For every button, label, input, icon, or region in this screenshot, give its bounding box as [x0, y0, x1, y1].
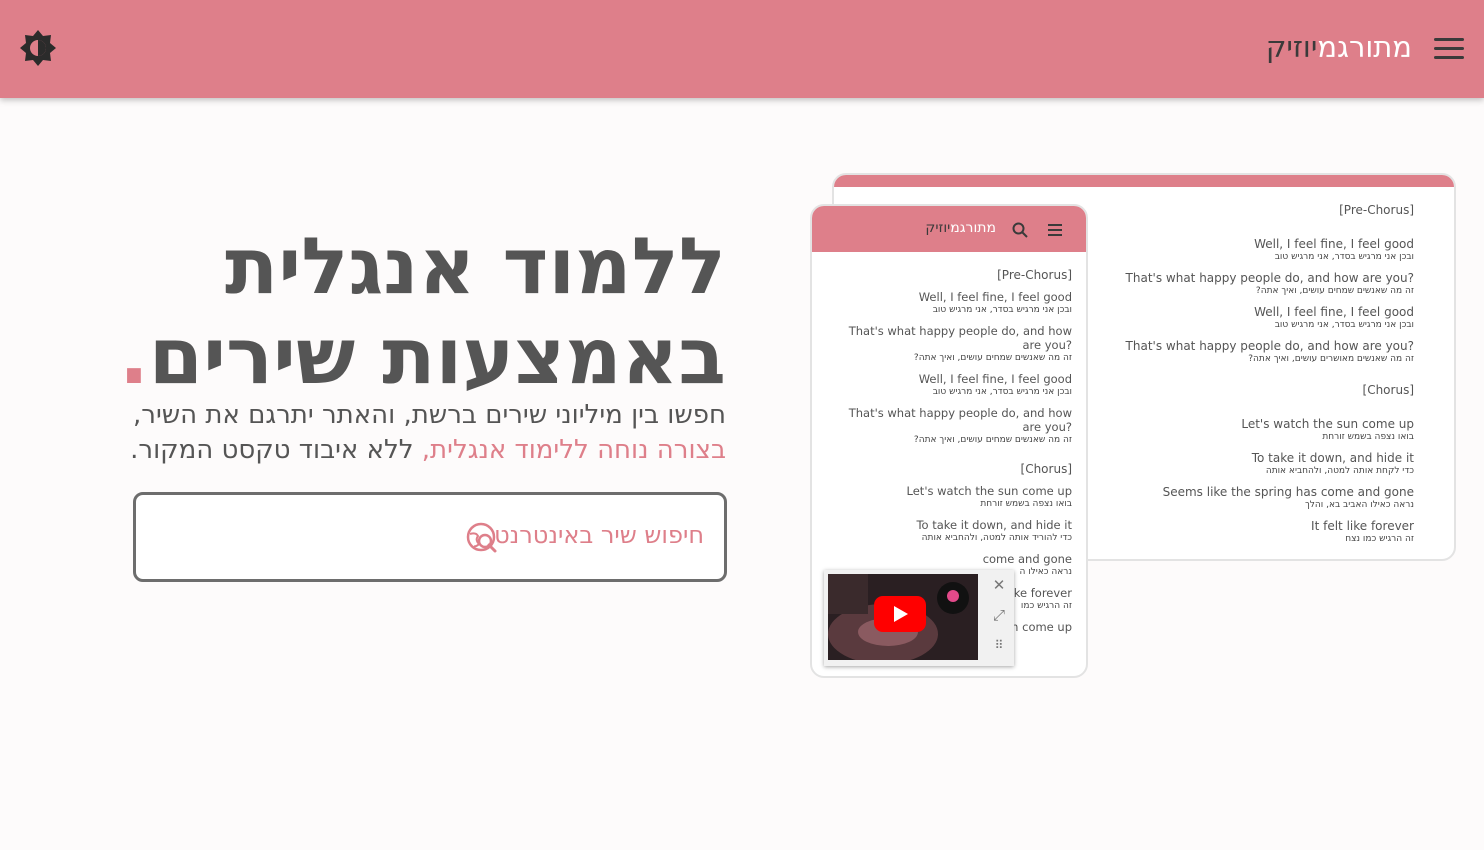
- section-label: [Pre-Chorus]: [997, 268, 1072, 282]
- play-icon[interactable]: [874, 596, 926, 632]
- lyric-he: כדי להוריד אותה למטה, ולהחביא אותה: [921, 533, 1072, 543]
- mobile-preview: מתורגמיוזיק [Pre-Chorus] Well, I feel fi…: [810, 204, 1088, 678]
- section-label: [Chorus]: [1020, 462, 1072, 476]
- hero-title-line2: באמצעות שירים: [148, 312, 726, 402]
- mobile-brand: מתורגמיוזיק: [925, 220, 996, 236]
- lyric-en: Well, I feel fine, I feel good: [918, 372, 1072, 386]
- expand-icon[interactable]: ⤢: [988, 604, 1010, 626]
- lyric-en: That's what happy people do, and how are…: [848, 324, 1072, 352]
- mobile-menu-icon: [1048, 224, 1062, 239]
- top-bar: מתורגמיוזיק: [0, 0, 1484, 98]
- hero-subtitle-line1: חפשו בין מיליוני שירים ברשת, והאתר יתרגם…: [133, 400, 726, 430]
- search-song-label: חיפוש שיר באינטרנט: [494, 521, 704, 549]
- lyric-en: That's what happy people do, and how are…: [848, 406, 1072, 434]
- desktop-preview-bar: [834, 175, 1454, 187]
- video-player[interactable]: ✕ ⤢ ⠿: [824, 570, 1014, 666]
- search-song-button[interactable]: חיפוש שיר באינטרנט: [133, 492, 727, 582]
- brand-main: מתורגמ: [1317, 30, 1412, 64]
- web-search-icon: [466, 522, 497, 553]
- lyric-he: ובכן אני מרגיש בסדר, אני מרגיש טוב: [932, 387, 1072, 397]
- lyric-en: To take it down, and hide it: [916, 518, 1072, 532]
- lyric-he: זה מה שאנשים שמחים עושים, ואיך אתה?: [913, 353, 1072, 363]
- lyric-he: ובכן אני מרגיש בסדר, אני מרגיש טוב: [932, 305, 1072, 315]
- hero-subtitle-rest: ללא איבוד טקסט המקור.: [130, 435, 422, 465]
- lyric-en: come and gone: [982, 552, 1072, 566]
- lyric-en: Let's watch the sun come up: [906, 484, 1072, 498]
- theme-toggle-icon[interactable]: [19, 29, 57, 67]
- hero-subtitle-highlight: בצורה נוחה ללימוד אנגלית,: [421, 435, 726, 465]
- brand-logo[interactable]: מתורגמיוזיק: [1266, 30, 1412, 64]
- menu-icon[interactable]: [1434, 38, 1464, 62]
- hero-title: ללמוד אנגלית באמצעות שירים.: [86, 222, 726, 402]
- lyric-en: Well, I feel fine, I feel good: [918, 290, 1072, 304]
- lyric-he: בואו נצפה בשמש זורחת: [980, 499, 1072, 509]
- close-icon[interactable]: ✕: [988, 574, 1010, 596]
- hero-subtitle: חפשו בין מיליוני שירים ברשת, והאתר יתרגם…: [86, 398, 726, 468]
- mobile-top-bar: מתורגמיוזיק: [812, 206, 1086, 252]
- mobile-brand-main: מתורגמ: [950, 220, 996, 236]
- search-icon: [1012, 222, 1028, 238]
- brand-accent: יוזיק: [1265, 30, 1318, 64]
- hero-title-dot: .: [119, 312, 149, 402]
- hero-title-line1: ללמוד אנגלית: [224, 222, 726, 312]
- drag-handle-icon[interactable]: ⠿: [988, 634, 1010, 656]
- mobile-brand-accent: יוזיק: [925, 220, 951, 236]
- lyric-he: זה מה שאנשים שמחים עושים, ואיך אתה?: [913, 435, 1072, 445]
